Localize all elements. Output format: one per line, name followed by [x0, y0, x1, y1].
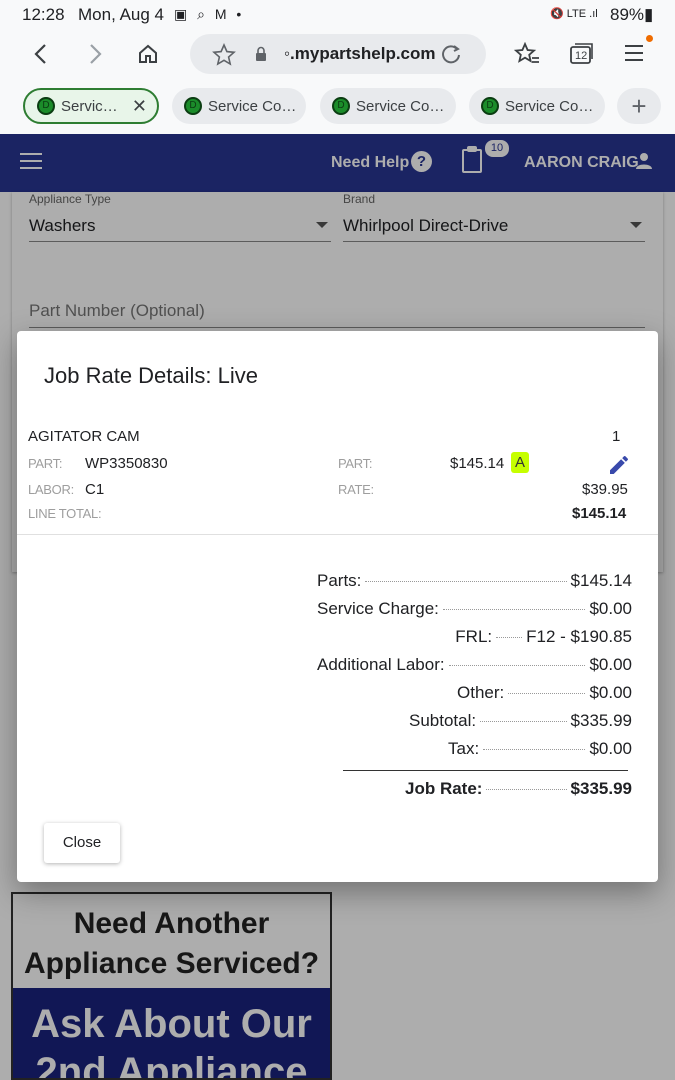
back-icon[interactable] [20, 34, 60, 74]
reload-icon[interactable] [440, 43, 462, 70]
part-price: $145.14 [450, 455, 505, 472]
tab-2[interactable]: D Service Co… [172, 88, 306, 124]
rate-label: RATE: [338, 482, 374, 497]
update-indicator [646, 35, 653, 42]
summary-value: $0.00 [589, 739, 632, 758]
line-total-value: $145.14 [572, 505, 627, 522]
summary-value: $335.99 [570, 711, 632, 730]
summary-label: Other: [457, 683, 505, 702]
job-rate-dialog: Job Rate Details: Live AGITATOR CAM 1 PA… [17, 331, 658, 882]
job-rate-value: $335.99 [570, 779, 632, 798]
tab-switcher-icon[interactable]: 12 [568, 42, 594, 66]
summary-value: $0.00 [589, 599, 632, 618]
part-price-label: PART: [338, 456, 373, 471]
lock-icon [255, 46, 267, 67]
summary-subtotal: Subtotal: $335.99 [317, 711, 632, 737]
part-number: WP3350830 [85, 455, 168, 472]
notification-icons: ▣ ⌕ M • [174, 6, 245, 22]
status-date: Mon, Aug 4 [78, 5, 165, 24]
part-label: PART: [28, 456, 63, 471]
home-icon[interactable] [128, 34, 168, 74]
summary-job-rate: Job Rate: $335.99 [317, 779, 632, 805]
labor-code: C1 [85, 481, 105, 498]
summary-label: Subtotal: [409, 711, 477, 730]
url-text[interactable]: ◦.mypartshelp.com [284, 44, 436, 64]
new-tab-button[interactable]: + [617, 88, 661, 124]
summary-frl: FRL: F12 - $190.85 [317, 627, 632, 653]
browser-menu-icon[interactable] [624, 44, 644, 67]
summary-additional-labor: Additional Labor: $0.00 [317, 655, 632, 681]
total-separator [343, 770, 628, 771]
summary-label: FRL: [455, 627, 493, 646]
summary-label: Parts: [317, 571, 362, 590]
dialog-title: Job Rate Details: Live [44, 363, 258, 388]
site-favicon-icon: D [37, 97, 55, 115]
battery-level: 89%▮ [610, 5, 654, 24]
summary-value: $0.00 [589, 683, 632, 702]
summary-tax: Tax: $0.00 [317, 739, 632, 765]
modal-backdrop-header [0, 134, 675, 192]
tab-label: Service Co… [356, 97, 445, 115]
summary-parts: Parts: $145.14 [317, 571, 632, 597]
tab-label: Service Co… [505, 97, 594, 115]
tab-active[interactable]: D Servic… ✕ [23, 88, 159, 124]
edit-pencil-icon[interactable] [607, 453, 631, 482]
close-tab-icon[interactable]: ✕ [132, 96, 147, 117]
item-name: AGITATOR CAM [28, 428, 140, 445]
forward-icon[interactable] [76, 34, 116, 74]
signal-icons: 🔇 LTE .ıl [550, 8, 598, 20]
dialog-divider [17, 534, 658, 535]
labor-label: LABOR: [28, 482, 74, 497]
tab-4[interactable]: D Service Co… [469, 88, 605, 124]
grade-badge: A [511, 452, 530, 473]
summary-label: Service Charge: [317, 599, 439, 618]
tab-count: 12 [575, 50, 588, 62]
bookmarks-icon[interactable] [513, 41, 540, 71]
bookmark-star-icon[interactable] [212, 43, 236, 72]
summary-value: $145.14 [570, 571, 632, 590]
site-favicon-icon: D [332, 97, 350, 115]
tab-label: Servic… [61, 97, 118, 115]
summary-value: F12 - $190.85 [526, 627, 632, 646]
site-favicon-icon: D [184, 97, 202, 115]
job-rate-label: Job Rate: [405, 779, 483, 798]
summary-other: Other: $0.00 [317, 683, 632, 709]
summary-value: $0.00 [589, 655, 632, 674]
site-favicon-icon: D [481, 97, 499, 115]
close-button[interactable]: Close [44, 823, 120, 863]
line-total-label: LINE TOTAL: [28, 506, 102, 521]
tab-3[interactable]: D Service Co… [320, 88, 456, 124]
status-time: 12:28 [22, 5, 65, 24]
summary-service-charge: Service Charge: $0.00 [317, 599, 632, 625]
rate-value: $39.95 [582, 481, 628, 498]
tab-label: Service Co… [208, 97, 297, 115]
summary-label: Tax: [448, 739, 480, 758]
item-quantity: 1 [612, 428, 621, 445]
summary-label: Additional Labor: [317, 655, 445, 674]
status-bar: 12:28 Mon, Aug 4 ▣ ⌕ M • 🔇 LTE .ıl 89%▮ [0, 0, 675, 30]
